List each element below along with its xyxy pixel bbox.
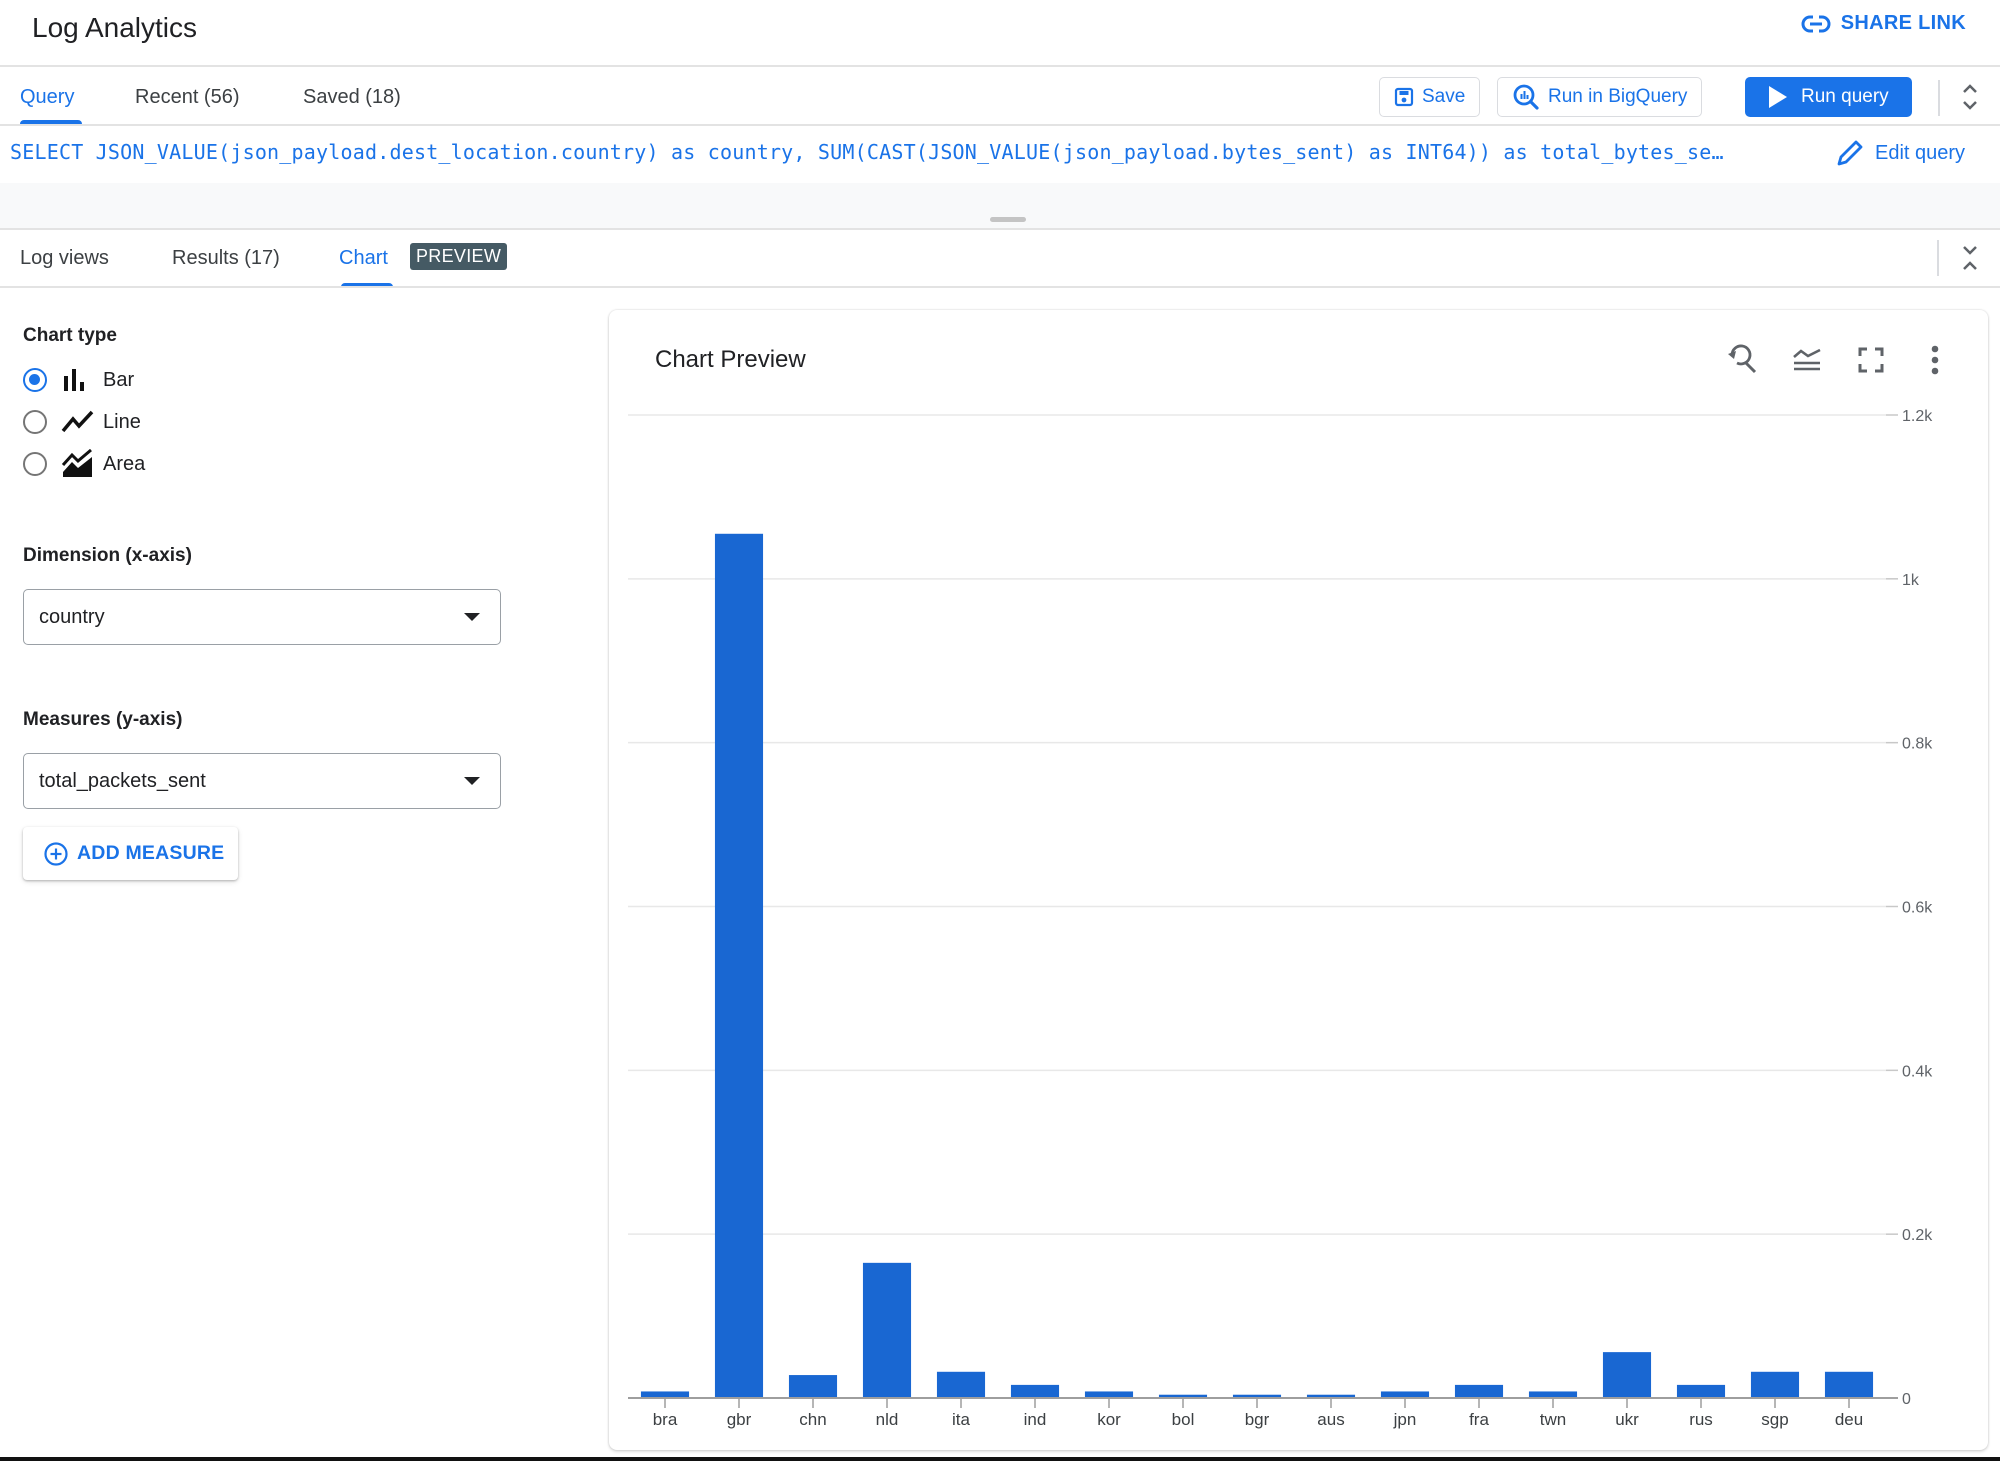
more-options-button[interactable] — [1930, 345, 1940, 380]
header-divider — [0, 65, 2000, 67]
chart-type-line-option[interactable]: Line — [23, 404, 141, 440]
tabs-divider — [0, 124, 2000, 126]
dimension-select-value: country — [39, 605, 105, 628]
unfold-icon — [1963, 84, 1977, 110]
edit-query-button[interactable]: Edit query — [1835, 138, 1965, 168]
dropdown-arrow-icon — [464, 777, 480, 785]
resize-drag-handle[interactable] — [990, 217, 1026, 222]
tab-results[interactable]: Results (17) — [172, 245, 280, 271]
add-circle-icon — [44, 841, 68, 866]
run-in-bigquery-label: Run in BigQuery — [1548, 86, 1688, 107]
app-title: Log Analytics — [32, 12, 197, 43]
area-chart-icon — [61, 449, 92, 477]
results-divider-bottom — [0, 286, 2000, 288]
bigquery-icon — [1513, 84, 1539, 110]
chart-card — [609, 310, 1988, 1450]
chart-type-bar-radio[interactable] — [23, 368, 47, 392]
pencil-icon — [1837, 140, 1863, 166]
edit-query-label: Edit query — [1875, 141, 1966, 164]
tab-recent[interactable]: Recent (56) — [135, 84, 240, 110]
results-divider-top — [0, 228, 2000, 230]
bar-chart-icon — [64, 369, 84, 391]
measure-select[interactable]: total_packets_sent — [23, 753, 501, 809]
dropdown-arrow-icon — [464, 613, 480, 621]
save-icon — [1394, 87, 1414, 107]
legend-toggle-button[interactable] — [1792, 346, 1822, 379]
chart-type-area-option[interactable]: Area — [23, 446, 145, 482]
query-text[interactable]: SELECT JSON_VALUE(json_payload.dest_loca… — [10, 140, 1780, 164]
preview-badge: PREVIEW — [410, 243, 508, 270]
zoom-reset-icon — [1728, 344, 1757, 374]
share-link-button[interactable]: SHARE LINK — [1801, 12, 1966, 35]
fullscreen-icon — [1858, 347, 1884, 373]
tab-query[interactable]: Query — [20, 84, 74, 110]
share-link-label: SHARE LINK — [1840, 12, 1966, 34]
link-icon — [1801, 14, 1831, 33]
chart-type-area-label: Area — [103, 452, 146, 475]
line-chart-icon — [61, 410, 94, 433]
expand-collapse-query-button[interactable] — [1961, 82, 1979, 117]
reset-zoom-button[interactable] — [1726, 343, 1760, 382]
save-label: Save — [1422, 86, 1466, 107]
collapse-results-button[interactable] — [1961, 243, 1979, 278]
chart-type-bar-label: Bar — [103, 368, 135, 391]
run-in-bigquery-button[interactable]: Run in BigQuery — [1497, 77, 1703, 117]
tab-log-views[interactable]: Log views — [20, 245, 109, 271]
chart-title: Chart Preview — [655, 346, 806, 373]
save-button[interactable]: Save — [1379, 77, 1481, 117]
dimension-label: Dimension (x-axis) — [23, 545, 192, 566]
run-query-label: Run query — [1801, 86, 1889, 107]
tab-chart[interactable]: Chart — [339, 245, 388, 271]
add-measure-label: ADD MEASURE — [77, 842, 225, 864]
unfold-less-icon — [1963, 246, 1977, 270]
play-icon — [1769, 86, 1787, 108]
chart-type-line-radio[interactable] — [23, 410, 47, 434]
chart-type-line-label: Line — [103, 410, 141, 433]
measures-label: Measures (y-axis) — [23, 709, 183, 730]
more-vert-icon — [1931, 345, 1939, 375]
legend-icon — [1793, 348, 1821, 371]
chart-type-area-radio[interactable] — [23, 452, 47, 476]
toolbar-divider — [1938, 80, 1940, 116]
add-measure-button[interactable]: ADD MEASURE — [23, 827, 238, 880]
results-toolbar-divider — [1937, 240, 1939, 276]
run-query-button[interactable]: Run query — [1745, 77, 1912, 117]
chart-type-bar-option[interactable]: Bar — [23, 362, 134, 398]
measure-select-value: total_packets_sent — [39, 769, 206, 792]
fullscreen-button[interactable] — [1858, 347, 1884, 378]
dimension-select[interactable]: country — [23, 589, 501, 645]
tab-saved[interactable]: Saved (18) — [303, 84, 401, 110]
chart-type-label: Chart type — [23, 325, 117, 346]
window-bottom-edge — [0, 1457, 2000, 1461]
